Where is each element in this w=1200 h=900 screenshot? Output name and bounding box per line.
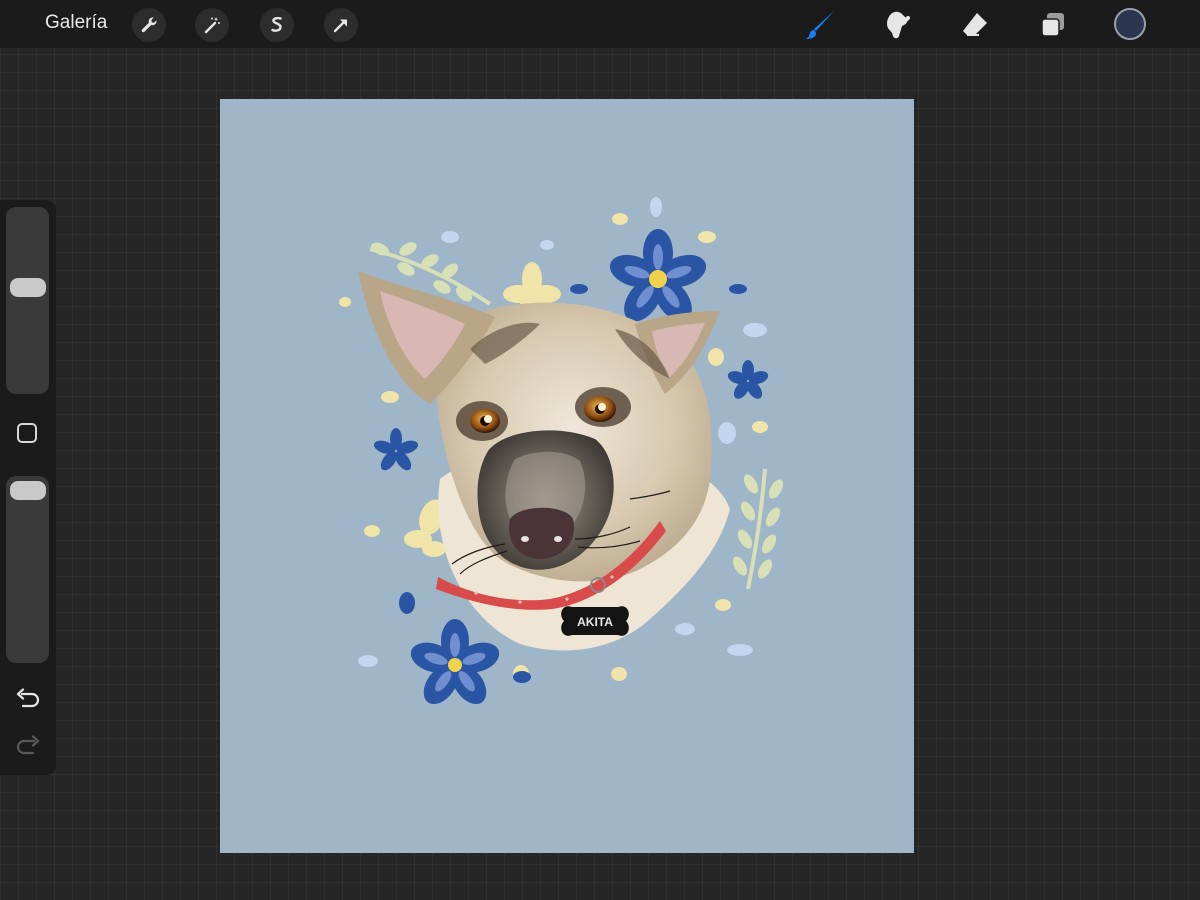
layers-icon[interactable]: [1034, 7, 1072, 43]
artwork: AKITA: [220, 99, 914, 853]
opacity-handle[interactable]: [10, 481, 46, 500]
name-tag: AKITA: [561, 606, 629, 636]
redo-icon[interactable]: [14, 735, 42, 759]
eraser-icon[interactable]: [956, 7, 994, 43]
smudge-icon[interactable]: [879, 7, 917, 43]
tag-text: AKITA: [577, 615, 613, 629]
brush-icon[interactable]: [801, 7, 839, 43]
top-toolbar: Galería: [0, 0, 1200, 48]
selection-icon[interactable]: [260, 8, 294, 42]
brush-size-handle[interactable]: [10, 278, 46, 298]
color-picker-button[interactable]: [1114, 8, 1146, 40]
gallery-button[interactable]: Galería: [45, 12, 107, 34]
magic-wand-icon[interactable]: [195, 8, 229, 42]
drawing-canvas[interactable]: AKITA: [220, 99, 914, 853]
opacity-slider[interactable]: [6, 476, 49, 663]
wrench-icon[interactable]: [132, 8, 166, 42]
undo-icon[interactable]: [14, 688, 42, 712]
left-sidebar: [0, 200, 56, 775]
modify-button[interactable]: [17, 423, 37, 443]
brush-size-slider[interactable]: [6, 207, 49, 394]
transform-arrow-icon[interactable]: [324, 8, 358, 42]
